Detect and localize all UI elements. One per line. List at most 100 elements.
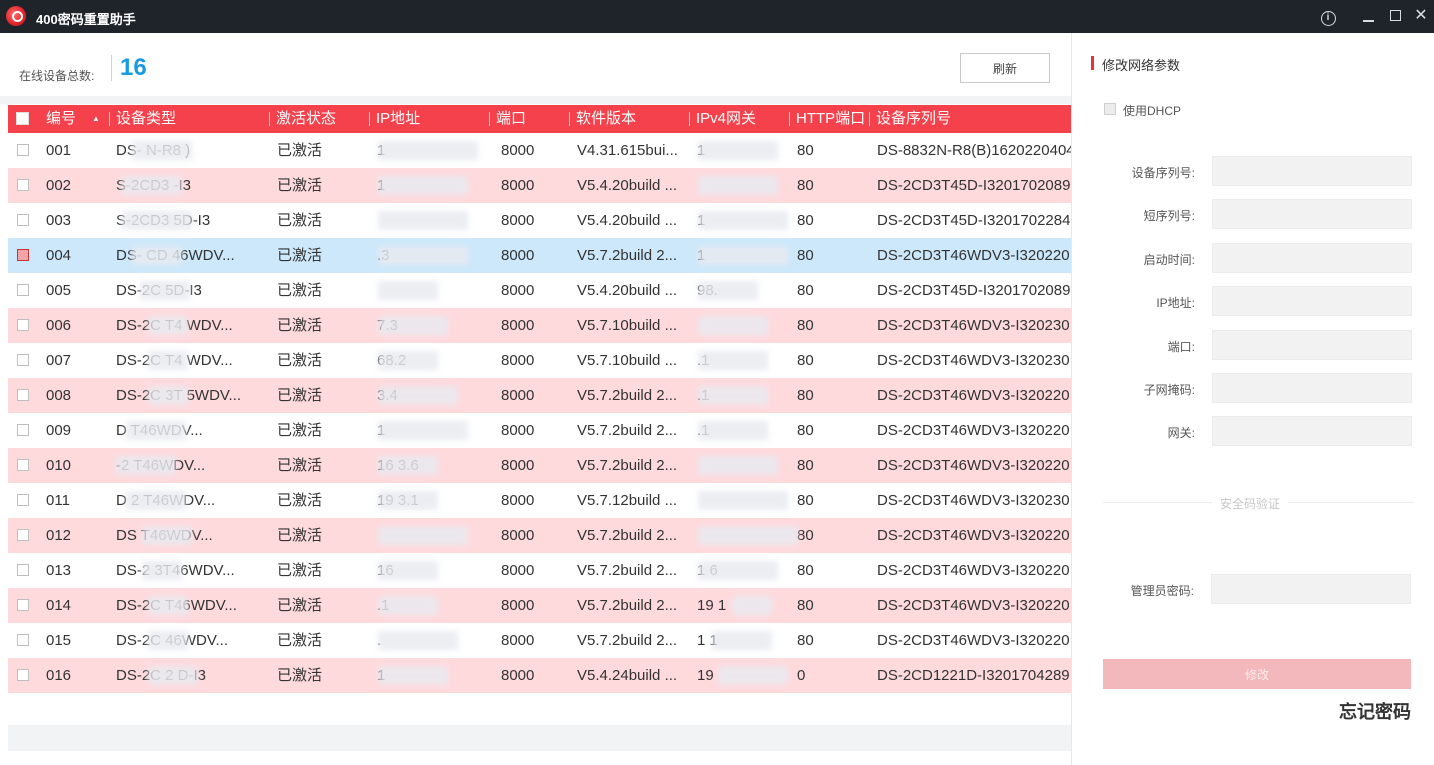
row-checkbox[interactable] [17, 529, 29, 541]
row-checkbox[interactable] [17, 179, 29, 191]
col-header-http-port[interactable]: HTTP端口 [796, 105, 870, 133]
select-all-checkbox[interactable] [16, 112, 29, 125]
table-row[interactable]: 009D T46WDV...已激活18000V5.7.2build 2... .… [8, 413, 1071, 448]
port-input[interactable] [1212, 330, 1412, 360]
row-checkbox[interactable] [17, 669, 29, 681]
cell-version: V5.4.20build ... [577, 177, 678, 194]
redaction-blur [378, 561, 438, 580]
redaction-blur [148, 351, 188, 370]
modify-button[interactable]: 修改 [1103, 659, 1411, 689]
cell-port: 8000 [501, 352, 535, 369]
table-row[interactable]: 008DS-2C 3T 5WDV...已激活 3.48000V5.7.2buil… [8, 378, 1071, 413]
col-header-ip[interactable]: IP地址 [376, 105, 486, 133]
row-checkbox[interactable] [17, 319, 29, 331]
table-row[interactable]: 003 S-2CD3 5D-I3已激活8000V5.4.20build ...1… [8, 203, 1071, 238]
refresh-button[interactable]: 刷新 [960, 53, 1050, 83]
table-row[interactable]: 015DS-2C 46WDV...已激活 .8000V5.7.2build 2.… [8, 623, 1071, 658]
cell-status: 已激活 [277, 212, 323, 229]
table-row[interactable]: 014DS-2C T46WDV...已激活 .18000V5.7.2build … [8, 588, 1071, 623]
cell-port: 8000 [501, 317, 535, 334]
row-checkbox[interactable] [17, 424, 29, 436]
redaction-blur [148, 666, 198, 685]
col-header-status[interactable]: 激活状态 [276, 105, 366, 133]
cell-type: DS-2C 5D-I3 [116, 282, 202, 299]
gateway-input[interactable] [1212, 416, 1412, 446]
cell-version: V5.7.2build 2... [577, 597, 678, 614]
close-icon[interactable]: ✕ [1411, 6, 1431, 26]
row-checkbox[interactable] [17, 284, 29, 296]
table-row[interactable]: 012DS T46WDV...已激活8000V5.7.2build 2...80… [8, 518, 1071, 553]
cell-version: V4.31.615bui... [577, 142, 678, 159]
cell-status: 已激活 [277, 457, 323, 474]
row-checkbox[interactable] [17, 634, 29, 646]
col-header-gateway[interactable]: IPv4网关 [696, 105, 786, 133]
cell-type: DS-2C T4 WDV... [116, 317, 233, 334]
redaction-blur [122, 176, 182, 195]
row-checkbox[interactable] [17, 494, 29, 506]
table-row[interactable]: 006DS-2C T4 WDV...已激活 7.38000V5.7.10buil… [8, 308, 1071, 343]
row-checkbox[interactable] [17, 459, 29, 471]
col-header-no[interactable]: 编号 [46, 105, 96, 133]
redaction-blur [378, 491, 438, 510]
table-row[interactable]: 011D 2 T46WDV...已激活19 3.18000V5.7.12buil… [8, 483, 1071, 518]
redaction-blur [142, 561, 182, 580]
cell-http-port: 80 [797, 212, 814, 229]
table-row[interactable]: 010 -2 T46WDV...已激活 16 3.68000V5.7.2buil… [8, 448, 1071, 483]
cell-http-port: 80 [797, 247, 814, 264]
cell-type: DS-2 3T46WDV... [116, 562, 235, 579]
online-count-value: 16 [120, 54, 147, 81]
table-row[interactable]: 005DS-2C 5D-I3已激活8000V5.4.20build ... 98… [8, 273, 1071, 308]
table-row[interactable]: 016DS-2C 2 D-I3已激活18000V5.4.24build ...1… [8, 658, 1071, 693]
maximize-icon[interactable] [1385, 6, 1405, 26]
table-row[interactable]: 002 S-2CD3 -I3已激活18000V5.4.20build ...80… [8, 168, 1071, 203]
row-checkbox[interactable] [17, 214, 29, 226]
short-serial-input[interactable] [1212, 199, 1412, 229]
dhcp-checkbox[interactable] [1104, 103, 1116, 115]
info-icon[interactable]: i [1318, 6, 1338, 26]
cell-http-port: 80 [797, 352, 814, 369]
cell-serial: DS-2CD3T46WDV3-I320220 [877, 597, 1070, 614]
cell-http-port: 80 [797, 422, 814, 439]
cell-http-port: 80 [797, 562, 814, 579]
cell-version: V5.7.2build 2... [577, 247, 678, 264]
row-checkbox[interactable] [17, 389, 29, 401]
col-header-port[interactable]: 端口 [496, 105, 566, 133]
cell-serial: DS-2CD3T45D-I3201702089 [877, 177, 1071, 194]
col-header-type[interactable]: 设备类型 [116, 105, 266, 133]
cell-no: 015 [46, 632, 72, 649]
col-separator [369, 112, 370, 126]
cell-http-port: 80 [797, 387, 814, 404]
cell-no: 012 [46, 527, 72, 544]
row-checkbox[interactable] [17, 564, 29, 576]
forgot-password-link[interactable]: 忘记密码 [1339, 698, 1411, 724]
table-row[interactable]: 007DS-2C T4 WDV...已激活 68.28000V5.7.10bui… [8, 343, 1071, 378]
cell-no: 004 [46, 247, 72, 264]
subnet-mask-input[interactable] [1212, 373, 1412, 403]
sort-ascending-icon[interactable]: ▲ [92, 105, 100, 133]
col-header-version[interactable]: 软件版本 [576, 105, 686, 133]
table-row[interactable]: 001DS- N-R8 )已激活18000V4.31.615bui...180D… [8, 133, 1071, 168]
row-checkbox[interactable] [17, 249, 29, 261]
cell-version: V5.7.2build 2... [577, 527, 678, 544]
serial-input[interactable] [1212, 156, 1412, 186]
table-row[interactable]: 004DS- CD 46WDV...已激活 .38000V5.7.2build … [8, 238, 1071, 273]
cell-serial: DS-2CD1221D-I3201704289 [877, 667, 1070, 684]
row-checkbox[interactable] [17, 354, 29, 366]
redaction-blur [698, 491, 788, 510]
boot-time-input[interactable] [1212, 243, 1412, 273]
device-table: 编号 ▲ 设备类型 激活状态 IP地址 端口 软件版本 IPv4网关 HTTP端… [8, 105, 1071, 725]
row-checkbox[interactable] [17, 599, 29, 611]
row-checkbox[interactable] [17, 144, 29, 156]
redaction-blur [378, 141, 478, 160]
cell-status: 已激活 [277, 422, 323, 439]
port-label: 端口: [1167, 340, 1195, 354]
ip-address-input[interactable] [1212, 286, 1412, 316]
cell-no: 014 [46, 597, 72, 614]
admin-password-input[interactable] [1211, 574, 1411, 604]
redaction-blur [126, 491, 186, 510]
table-row[interactable]: 013DS-2 3T46WDV...已激活 168000V5.7.2build … [8, 553, 1071, 588]
minimize-icon[interactable] [1358, 6, 1378, 26]
cell-no: 008 [46, 387, 72, 404]
col-header-serial[interactable]: 设备序列号 [876, 105, 1071, 133]
app-logo-icon [6, 6, 26, 26]
